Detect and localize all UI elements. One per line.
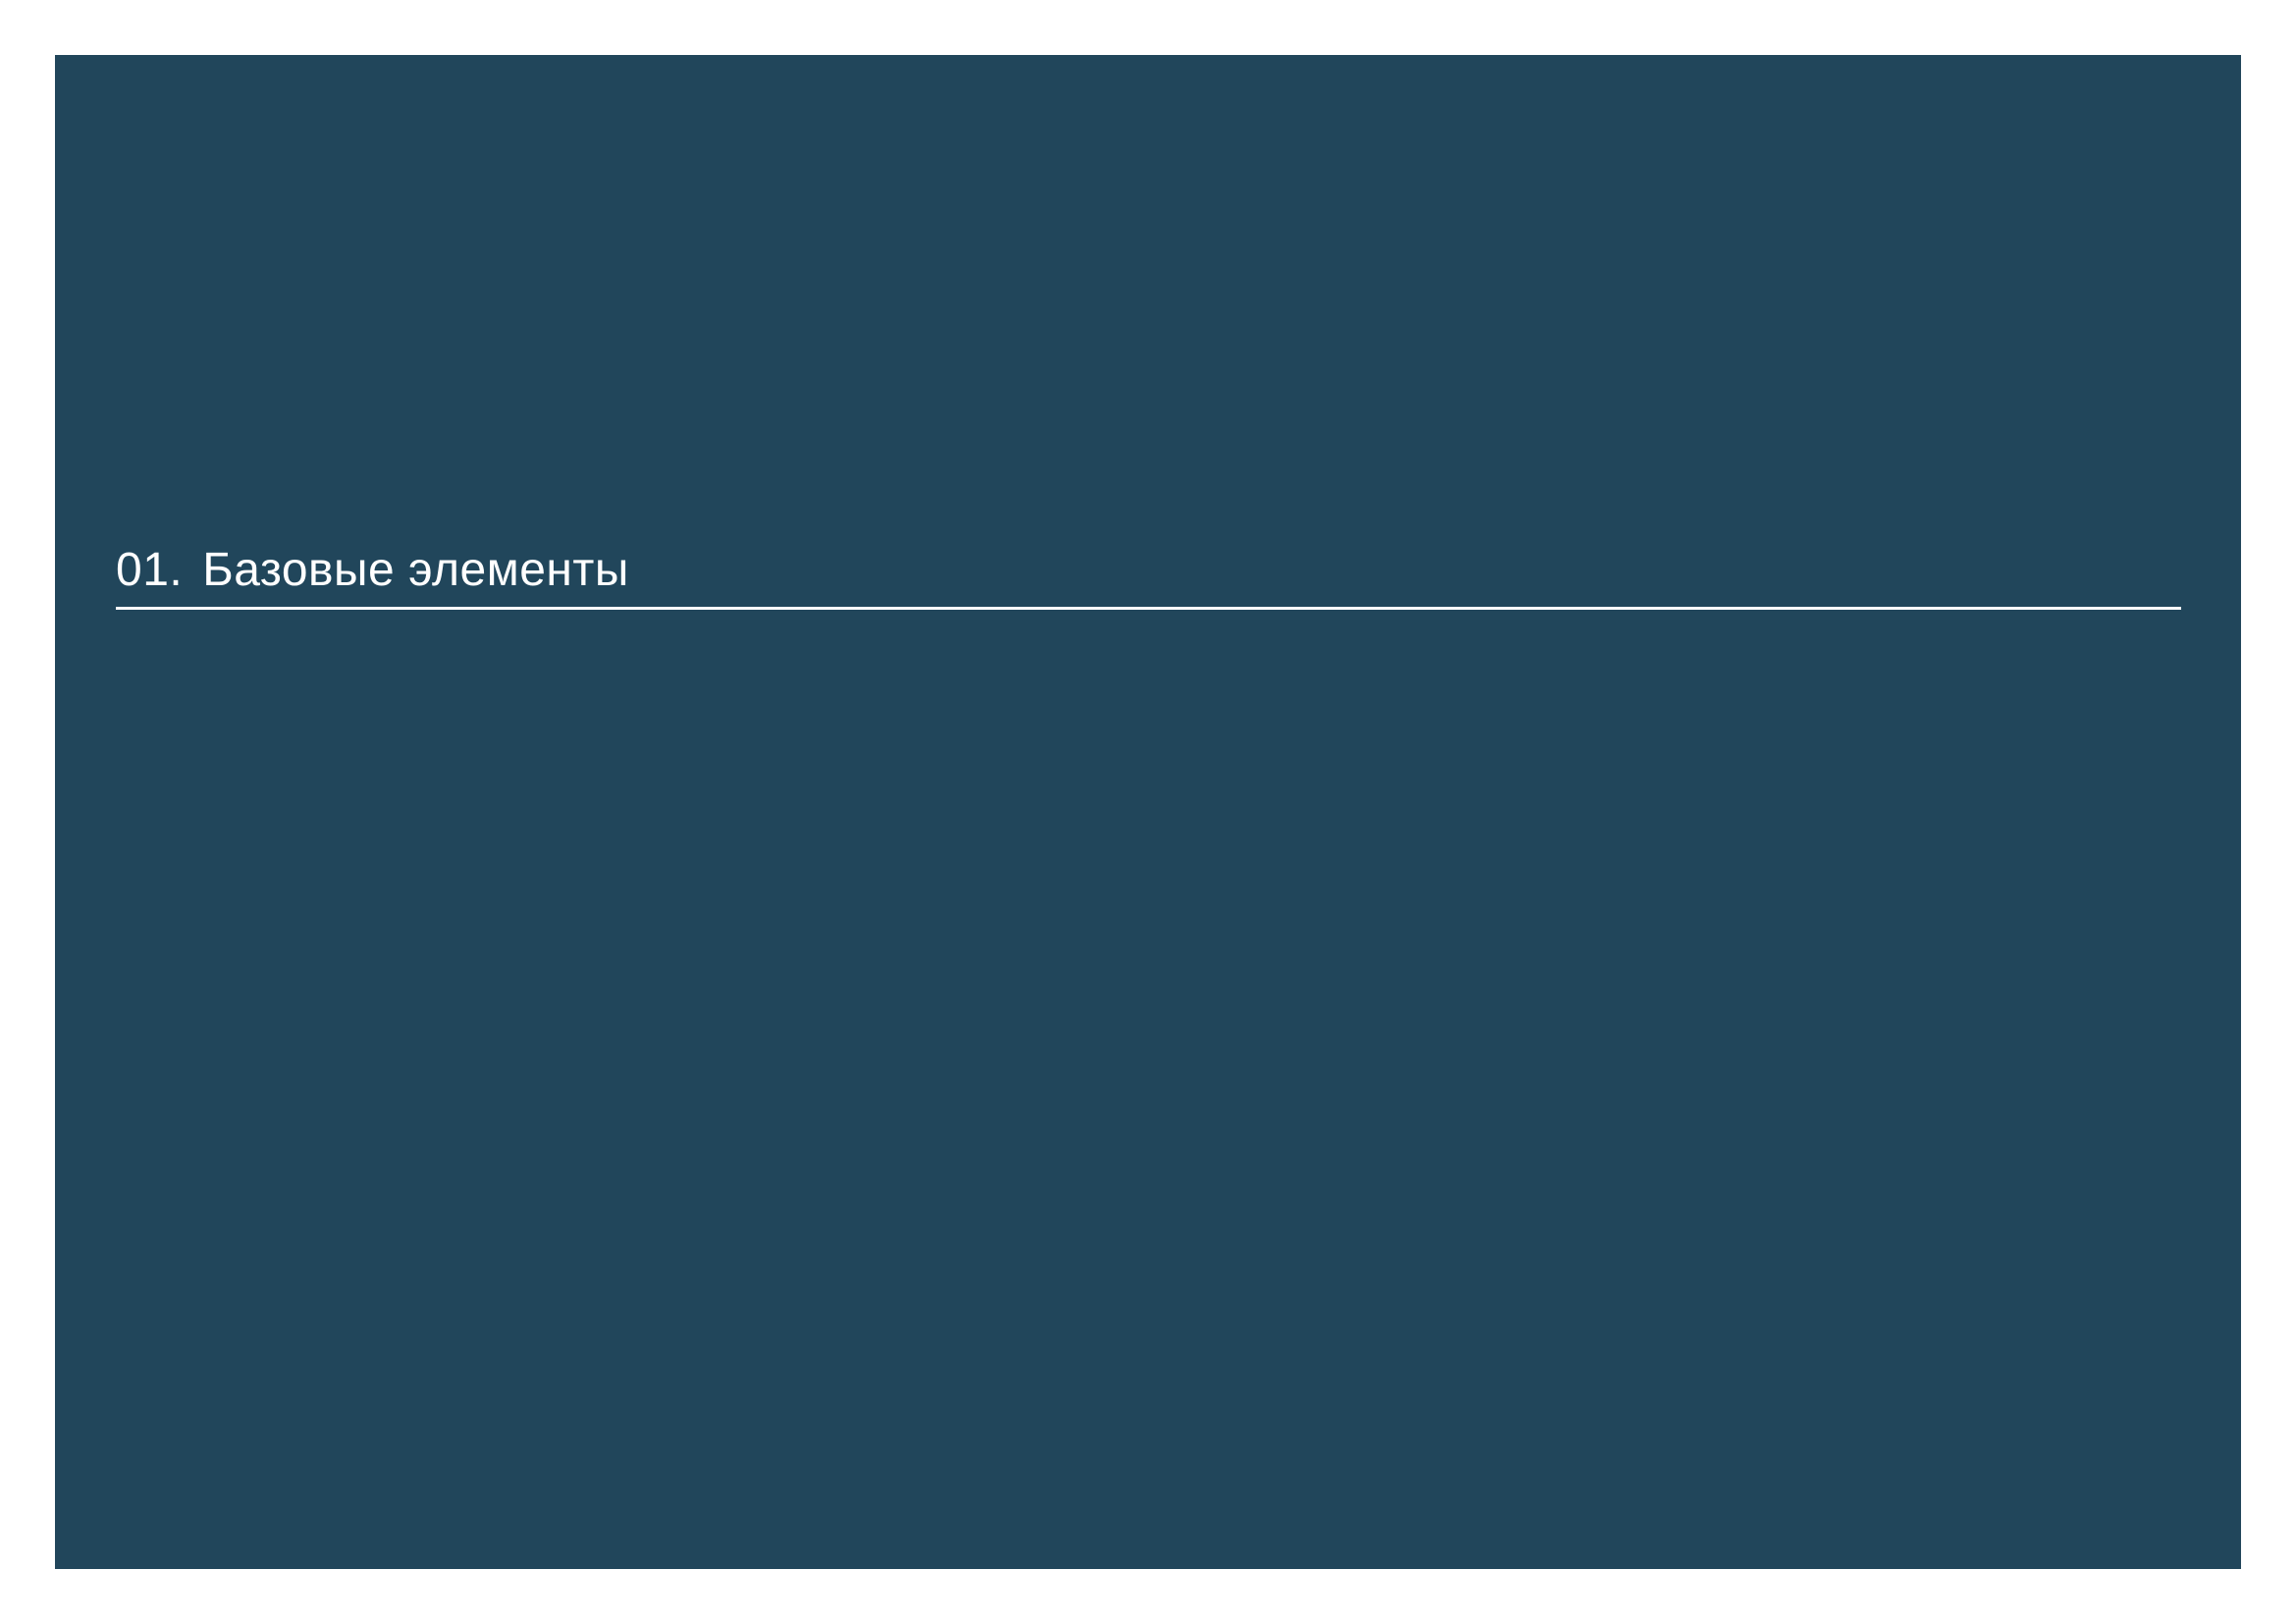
section-divider-line [116, 607, 2181, 610]
section-number: 01. [116, 544, 184, 596]
section-heading: 01. Базовые элементы [116, 525, 2181, 594]
section-cover-panel: 01. Базовые элементы [55, 55, 2241, 1569]
section-title: Базовые элементы [202, 544, 629, 596]
